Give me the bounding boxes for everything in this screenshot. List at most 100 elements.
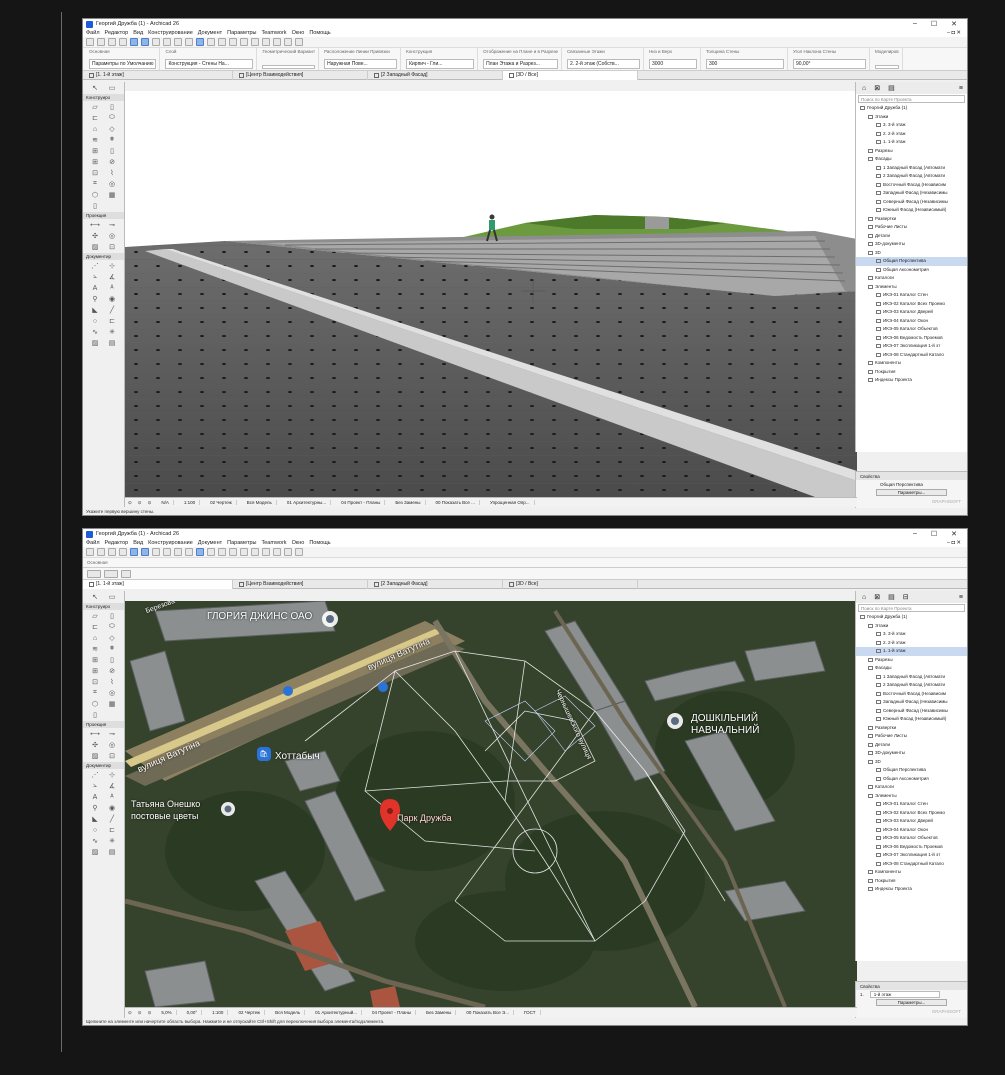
chart-icon[interactable]: [284, 38, 292, 46]
menu-edit[interactable]: Редактор: [105, 540, 129, 546]
menu-teamwork[interactable]: Teamwork: [262, 540, 287, 546]
properties-header[interactable]: Свойства: [856, 982, 967, 990]
flag-icon[interactable]: [273, 38, 281, 46]
roof-tool-icon[interactable]: ⌂: [87, 124, 103, 134]
figure-tool-icon[interactable]: ◉: [104, 803, 120, 813]
tree-item[interactable]: 3D-документы: [856, 749, 967, 758]
beam-tool-icon[interactable]: ⊏: [87, 113, 103, 123]
tree-item[interactable]: Восточный Фасад (Независим: [856, 690, 967, 699]
navigator-menu-icon[interactable]: ≡: [959, 594, 967, 601]
arrow-icon[interactable]: [141, 548, 149, 556]
tree-item[interactable]: 1 Западный Фасад (Автомати: [856, 673, 967, 682]
stair-tool-icon[interactable]: ≋: [87, 644, 103, 654]
column-tool-icon[interactable]: ▯: [104, 611, 120, 621]
marquee-tool-icon[interactable]: ▭: [104, 83, 120, 93]
tree-item[interactable]: 1. 1-й этаж: [856, 138, 967, 147]
tree-item[interactable]: 3D: [856, 758, 967, 767]
interior-elevation-icon[interactable]: ✣: [87, 231, 103, 241]
tree-item[interactable]: Детали: [856, 232, 967, 241]
object-tool-icon[interactable]: ⊡: [87, 677, 103, 687]
display-select[interactable]: План Этажа и Разрез...: [483, 59, 558, 69]
height-input[interactable]: 3000: [648, 59, 697, 69]
tree-item[interactable]: Элементы: [856, 792, 967, 801]
layout-book-icon[interactable]: ▤: [888, 593, 895, 601]
view-map-icon[interactable]: ⊠: [874, 593, 880, 601]
tree-item[interactable]: Элементы: [856, 283, 967, 292]
text-tool-icon[interactable]: A: [87, 792, 103, 802]
toolbox-section-viewpoint[interactable]: Проекция: [83, 721, 124, 728]
status-field[interactable]: 01 Архитектурный...: [311, 1010, 362, 1015]
mesh-tool-icon[interactable]: ◎: [104, 688, 120, 698]
picture-tool-icon[interactable]: ▨: [87, 847, 103, 857]
worksheet-tool-icon[interactable]: ◎: [104, 231, 120, 241]
grid-icon[interactable]: [152, 38, 160, 46]
angle-dim-icon[interactable]: ∡: [104, 781, 120, 791]
worksheet-tool-icon[interactable]: ◎: [104, 740, 120, 750]
navigator-menu-icon[interactable]: ≡: [959, 85, 967, 92]
cross-icon[interactable]: [218, 548, 226, 556]
tree-item[interactable]: Компоненты: [856, 868, 967, 877]
magic-wand-icon[interactable]: [196, 548, 204, 556]
menu-help[interactable]: Помощь: [309, 540, 330, 546]
maximize-button[interactable]: ☐: [931, 20, 937, 28]
layer-select[interactable]: Конструкция - Стены На...: [165, 59, 254, 69]
tree-item[interactable]: Западный Фасад (Независимы: [856, 189, 967, 198]
shell-tool-icon[interactable]: ◇: [104, 633, 120, 643]
tree-item[interactable]: 2 Западный Фасад (Автомати: [856, 681, 967, 690]
tree-item[interactable]: ИКЭ-04 Каталог Окон: [856, 826, 967, 835]
measure-icon[interactable]: [251, 548, 259, 556]
status-field[interactable]: 00 Показать Все Э...: [462, 1010, 514, 1015]
tree-item[interactable]: ИКЭ-07 Экспликация 1-й эт: [856, 851, 967, 860]
change-tool-icon[interactable]: ⊡: [104, 242, 120, 252]
parameters-button[interactable]: Параметры...: [876, 999, 947, 1006]
angle-dim-icon[interactable]: ∡: [104, 272, 120, 282]
tree-item[interactable]: Восточный Фасад (Независим: [856, 181, 967, 190]
column-tool-icon[interactable]: ▯: [104, 102, 120, 112]
layout-book-icon[interactable]: ▤: [888, 84, 895, 92]
parameters-button[interactable]: Параметры...: [876, 489, 947, 496]
morph-tool-icon[interactable]: ⬡: [87, 699, 103, 709]
menu-design[interactable]: Конструирование: [148, 30, 193, 36]
tree-item[interactable]: 3D-документы: [856, 240, 967, 249]
fit-icon[interactable]: ⊙: [138, 500, 142, 506]
toolbox-section-design[interactable]: Конструиро: [83, 603, 124, 610]
toolbox-section-design[interactable]: Конструиро: [83, 94, 124, 101]
tree-item[interactable]: Южный Фасад (Независимый): [856, 206, 967, 215]
tree-item[interactable]: Георгий Дружба (1): [856, 104, 967, 113]
tree-item[interactable]: Рабочие Листы: [856, 732, 967, 741]
line-tool-icon[interactable]: ╱: [104, 305, 120, 315]
status-field[interactable]: 1:100: [208, 1010, 229, 1015]
circle-tool-icon[interactable]: ○: [87, 316, 103, 326]
wall-tool-icon[interactable]: ▱: [87, 102, 103, 112]
tree-item[interactable]: ИКЭ-01 Каталог Стен: [856, 291, 967, 300]
sigma-icon[interactable]: [262, 38, 270, 46]
arrow-icon[interactable]: [141, 38, 149, 46]
tree-item[interactable]: Южный Фасад (Независимый): [856, 715, 967, 724]
project-map-icon[interactable]: ⌂: [862, 85, 866, 92]
slab-tool-icon[interactable]: ⬭: [104, 113, 120, 123]
tree-item[interactable]: 1. 1-й этаж: [856, 647, 967, 656]
close-button[interactable]: ✕: [951, 530, 957, 538]
3d-viewport[interactable]: [125, 91, 857, 497]
fit-icon[interactable]: ⊙: [138, 1010, 142, 1016]
mep-tool-icon[interactable]: ▦: [104, 190, 120, 200]
info-value[interactable]: Параметры по Умолчанию: [89, 59, 157, 69]
status-field[interactable]: Без Замены: [391, 500, 426, 505]
status-field[interactable]: 00 Показать Все ...: [432, 500, 480, 505]
door-tool-icon[interactable]: ▯: [104, 655, 120, 665]
mdi-controls[interactable]: – ◘ ✕: [947, 540, 967, 546]
curtain-wall-icon[interactable]: ⊞: [87, 146, 103, 156]
rotate-icon[interactable]: ⊙: [148, 500, 152, 506]
rotate-icon[interactable]: ⊙: [148, 1010, 152, 1016]
tree-item[interactable]: Рабочие Листы: [856, 223, 967, 232]
mesh-tool-icon[interactable]: ◎: [104, 179, 120, 189]
arrow-tool-icon[interactable]: ↖: [87, 592, 103, 602]
tree-item[interactable]: 3D: [856, 249, 967, 258]
window-tool-icon[interactable]: ⊞: [87, 666, 103, 676]
tree-item[interactable]: Общая Перспектива: [856, 257, 967, 266]
navigator-search[interactable]: Поиск по Карте Проекта: [858, 95, 965, 103]
pick-icon[interactable]: [108, 38, 116, 46]
tab-collaboration[interactable]: [Центр Взаимодействия]: [233, 70, 368, 80]
level-dim-icon[interactable]: ⊹: [104, 261, 120, 271]
menu-teamwork[interactable]: Teamwork: [262, 30, 287, 36]
